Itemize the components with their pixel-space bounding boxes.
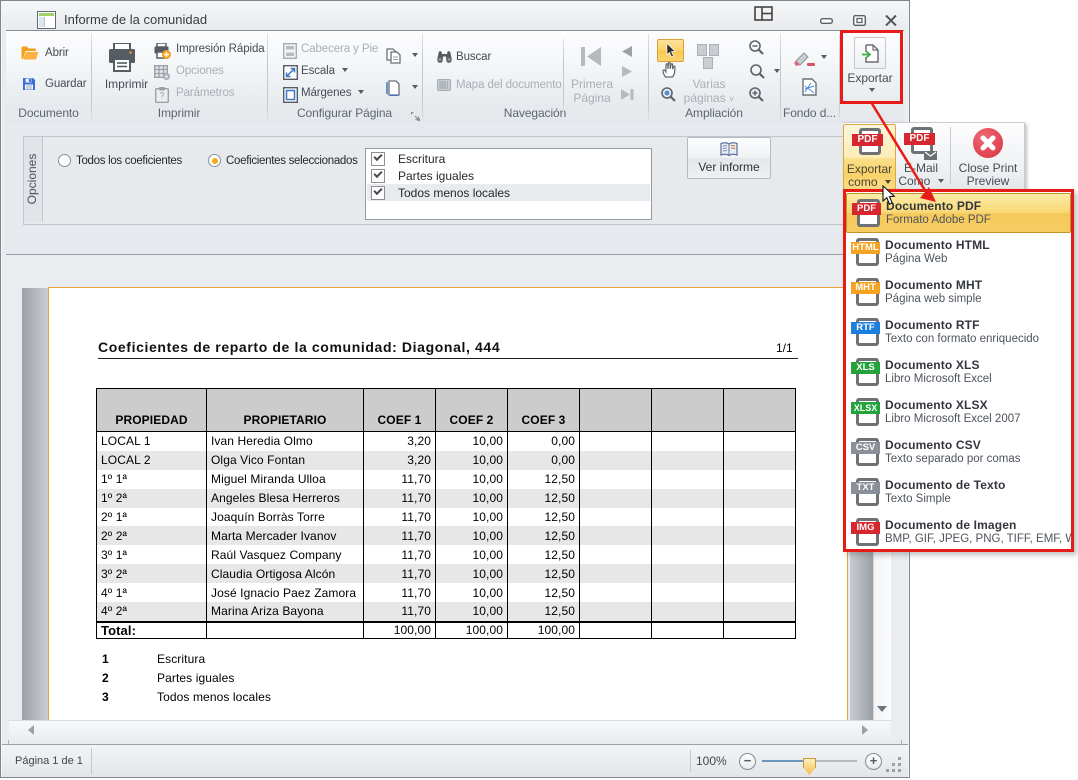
svg-text:?: ? <box>159 91 164 101</box>
